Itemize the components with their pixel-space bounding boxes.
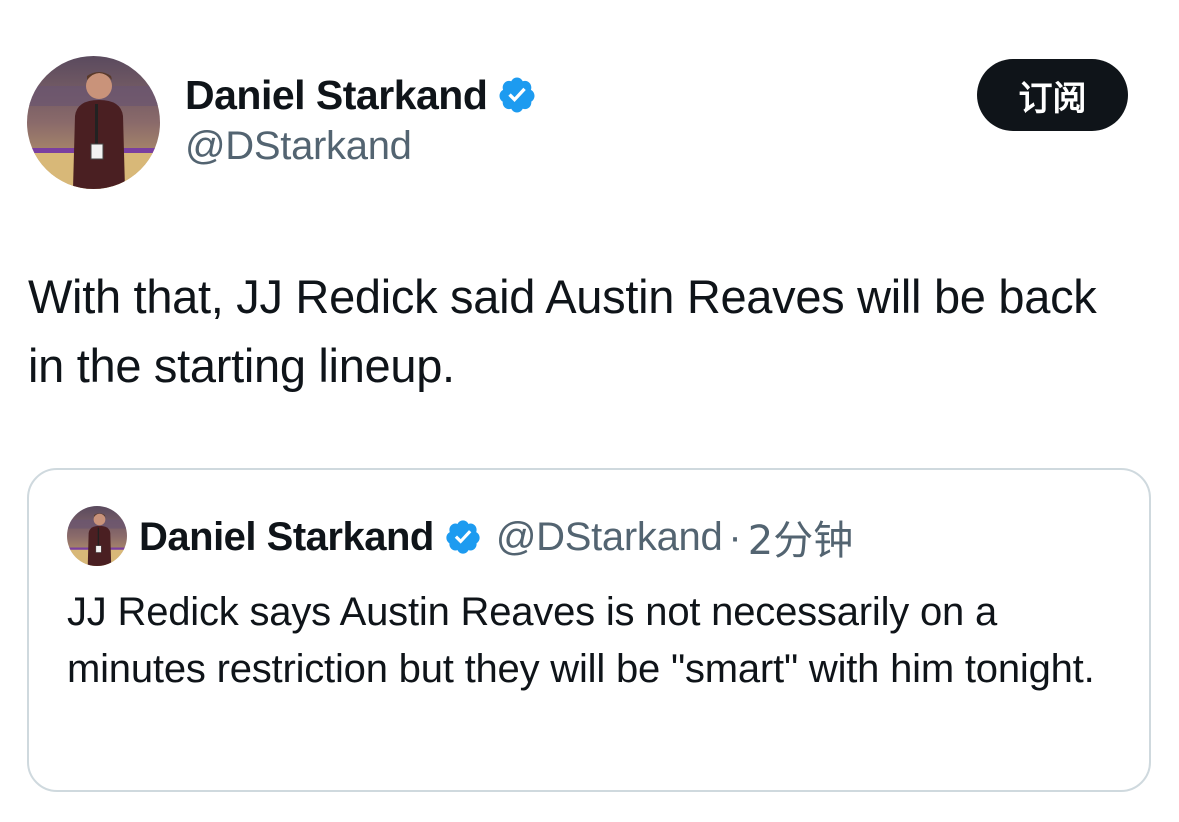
- avatar-photo: [67, 506, 127, 566]
- verified-badge-icon[interactable]: [497, 75, 537, 115]
- quoted-author-handle: @DStarkand: [495, 514, 723, 559]
- quoted-tweet-text: JJ Redick says Austin Reaves is not nece…: [67, 590, 1095, 691]
- avatar-photo: [27, 56, 160, 189]
- tweet-view: Daniel Starkand @DStarkand 订阅 With that,…: [0, 0, 1179, 822]
- verified-badge-icon: [444, 518, 482, 556]
- quoted-tweet-timestamp[interactable]: 2分钟: [748, 508, 853, 566]
- quoted-tweet-card[interactable]: Daniel Starkand @DStarkand · 2分钟 JJ Redi…: [27, 468, 1151, 792]
- quoted-author-name: Daniel Starkand: [139, 514, 434, 559]
- author-avatar[interactable]: [27, 56, 160, 189]
- quoted-author-avatar[interactable]: [67, 506, 127, 566]
- dot-separator: ·: [728, 514, 742, 559]
- author-name-row: Daniel Starkand: [185, 70, 537, 120]
- subscribe-button[interactable]: 订阅: [977, 59, 1128, 131]
- author-handle[interactable]: @DStarkand: [185, 124, 412, 169]
- tweet-text: With that, JJ Redick said Austin Reaves …: [28, 270, 1097, 392]
- quoted-tweet-header: Daniel Starkand @DStarkand · 2分钟: [139, 512, 853, 565]
- author-name[interactable]: Daniel Starkand: [185, 72, 488, 119]
